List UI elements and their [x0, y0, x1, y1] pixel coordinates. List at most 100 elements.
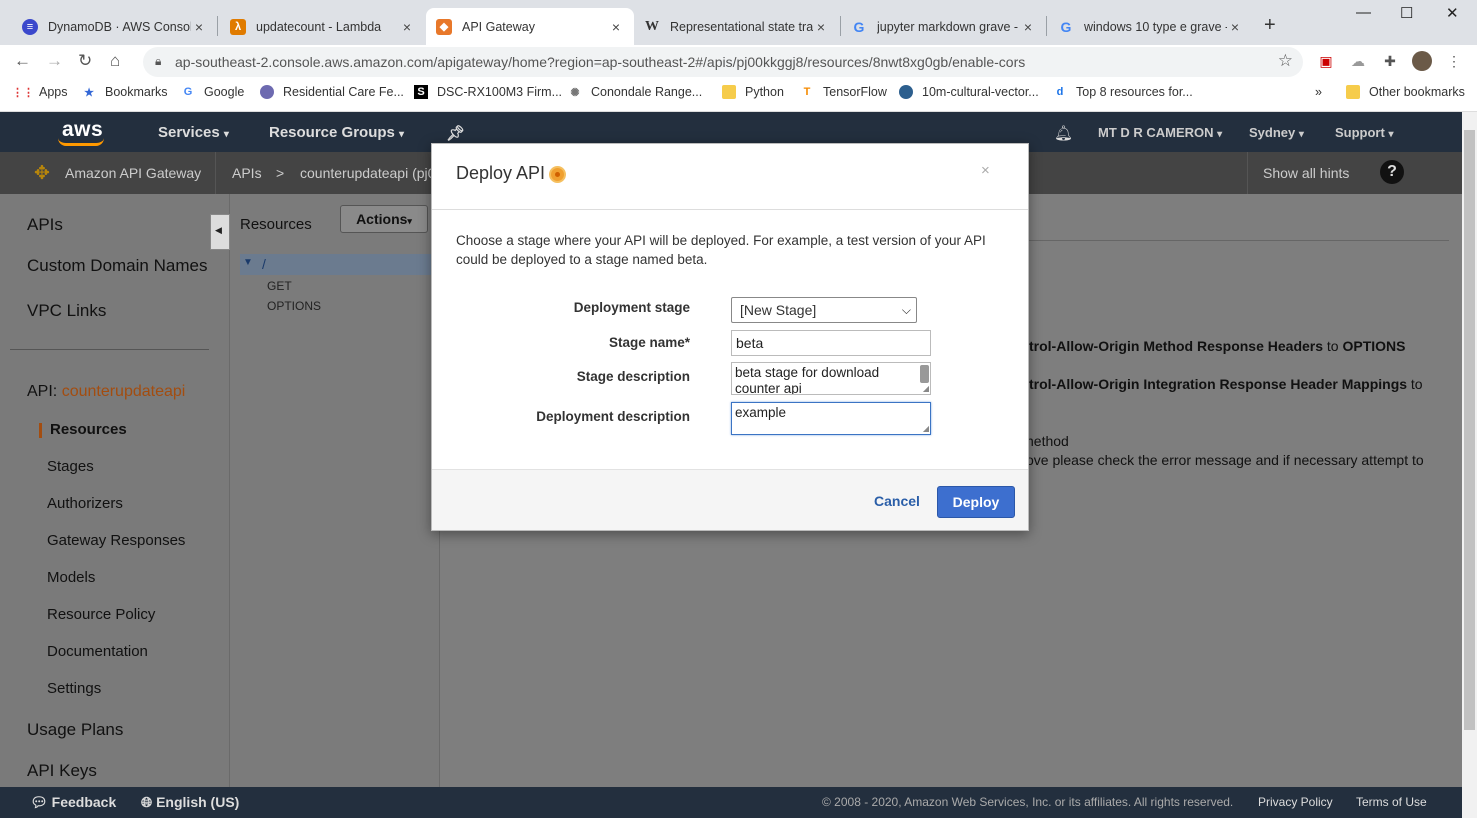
maximize-button[interactable]: ☐ — [1400, 4, 1413, 22]
profile-avatar[interactable] — [1412, 51, 1432, 71]
back-icon[interactable]: ← — [14, 51, 31, 71]
close-icon[interactable]: × — [608, 19, 624, 35]
stage-description-textarea[interactable]: beta stage for download counter api ◢ — [731, 362, 931, 395]
extensions-puzzle-icon[interactable]: ✚ — [1382, 53, 1398, 69]
method-get[interactable]: GET — [267, 279, 292, 293]
region-menu[interactable]: Sydney ▾ — [1249, 125, 1304, 140]
sidebar-item-api-keys[interactable]: API Keys — [27, 761, 97, 781]
bookmark-python[interactable]: Python — [722, 85, 784, 99]
account-menu[interactable]: MT D R CAMERON ▾ — [1098, 125, 1222, 140]
sidebar-item-resource-policy[interactable]: Resource Policy — [47, 606, 155, 623]
bell-icon[interactable]: 🔔︎ — [1054, 124, 1073, 142]
tab-dynamodb[interactable]: ≡ DynamoDB · AWS Console × — [12, 8, 217, 45]
close-icon[interactable]: × — [399, 19, 415, 35]
help-icon[interactable]: ? — [1380, 160, 1404, 184]
globe-icon: 🌐︎ — [141, 794, 153, 810]
deployment-stage-select[interactable]: [New Stage] ⌵ — [731, 297, 917, 323]
extension-cloud-icon[interactable]: ☁ — [1350, 53, 1366, 69]
bookmark-conondale[interactable]: ✺ Conondale Range... — [568, 85, 702, 99]
deployment-description-textarea[interactable]: example ◢ — [731, 402, 931, 435]
sidebar-item-documentation[interactable]: Documentation — [47, 643, 148, 660]
address-bar[interactable]: 🔒︎ ap-southeast-2.console.aws.amazon.com… — [143, 47, 1303, 77]
bookmark-top8[interactable]: d Top 8 resources for... — [1053, 85, 1193, 99]
page-scrollbar[interactable] — [1462, 112, 1477, 818]
info-icon[interactable] — [549, 166, 566, 183]
bookmark-dsc[interactable]: S DSC-RX100M3 Firm... — [414, 85, 562, 99]
sidebar-item-apis[interactable]: APIs — [27, 215, 63, 235]
browser-menu-icon[interactable]: ⋮ — [1446, 53, 1462, 69]
sidebar-item-settings[interactable]: Settings — [47, 680, 101, 697]
chevron-down-icon: ▾ — [1388, 129, 1394, 140]
feedback-link[interactable]: 💬︎ Feedback — [30, 794, 116, 811]
show-all-hints-button[interactable]: Show all hints — [1263, 165, 1349, 181]
deploy-button[interactable]: Deploy — [937, 486, 1015, 518]
services-menu[interactable]: Services ▾ — [158, 124, 229, 141]
bookmark-residential[interactable]: Residential Care Fe... — [260, 85, 404, 99]
pin-icon[interactable]: 📌︎ — [446, 124, 465, 142]
api-prefix: API: — [27, 383, 58, 400]
resize-grip-icon[interactable]: ◢ — [923, 385, 929, 393]
window-close-button[interactable]: ✕ — [1446, 4, 1459, 22]
bookmark-google[interactable]: G Google — [181, 85, 245, 99]
close-icon[interactable]: × — [1227, 19, 1243, 35]
method-options[interactable]: OPTIONS — [267, 299, 321, 313]
resource-root-row[interactable]: ▼ / — [240, 254, 440, 275]
breadcrumb-apis[interactable]: APIs — [232, 165, 262, 181]
extension-shield-icon[interactable]: ▣ — [1318, 53, 1334, 69]
new-tab-button[interactable]: + — [1264, 14, 1276, 37]
sidebar-item-usage-plans[interactable]: Usage Plans — [27, 720, 123, 740]
collapse-sidebar-toggle[interactable]: ◀ — [210, 214, 230, 250]
cors-step-2-to: to — [1410, 376, 1423, 392]
sidebar-item-stages[interactable]: Stages — [47, 458, 94, 475]
active-indicator — [39, 423, 42, 438]
bookmark-apps[interactable]: ⋮⋮ Apps — [12, 85, 68, 99]
modal-close-button[interactable]: × — [981, 162, 990, 179]
forward-icon[interactable]: → — [46, 51, 63, 71]
actions-dropdown-button[interactable]: Actions▾ — [340, 205, 428, 233]
screen: ≡ DynamoDB · AWS Console × λ updatecount… — [0, 0, 1477, 818]
bookmark-bookmarks[interactable]: ★ Bookmarks — [82, 85, 167, 99]
resource-groups-menu[interactable]: Resource Groups ▾ — [269, 124, 404, 141]
bookmarks-overflow-button[interactable]: » — [1315, 85, 1322, 99]
close-icon[interactable]: × — [813, 19, 829, 35]
tab-title: jupyter markdown grave - — [877, 19, 1019, 34]
sidebar-item-vpc-links[interactable]: VPC Links — [27, 301, 106, 321]
minimize-button[interactable]: — — [1356, 4, 1371, 21]
close-icon[interactable]: × — [1020, 19, 1036, 35]
sidebar-item-gateway-responses[interactable]: Gateway Responses — [47, 532, 185, 549]
tab-api-gateway[interactable]: ◆ API Gateway × — [426, 8, 634, 45]
sidebar-item-resources[interactable]: Resources — [50, 421, 127, 438]
aws-footer: 💬︎ Feedback 🌐︎ English (US) © 2008 - 202… — [0, 787, 1462, 818]
support-menu[interactable]: Support ▾ — [1335, 125, 1393, 140]
tab-wikipedia[interactable]: W Representational state tran × — [634, 8, 839, 45]
bookmark-star-icon[interactable]: ☆ — [1278, 51, 1293, 71]
tab-windows-search[interactable]: G windows 10 type e grave - × — [1048, 8, 1253, 45]
sidebar-item-custom-domain-names[interactable]: Custom Domain Names — [27, 256, 207, 276]
tab-lambda[interactable]: λ updatecount - Lambda × — [220, 8, 425, 45]
breadcrumb-api[interactable]: counterupdateapi (pj0 — [300, 165, 435, 181]
service-name[interactable]: Amazon API Gateway — [65, 165, 201, 181]
cancel-button[interactable]: Cancel — [874, 493, 920, 509]
stage-name-input[interactable]: beta — [731, 330, 931, 356]
close-icon[interactable]: × — [191, 19, 207, 35]
deploy-api-modal: Deploy API × Choose a stage where your A… — [431, 143, 1029, 531]
sidebar-api-title[interactable]: API: counterupdateapi — [27, 383, 185, 401]
bookmark-label: Apps — [39, 85, 68, 99]
bookmark-tensorflow[interactable]: T TensorFlow — [800, 85, 887, 99]
aws-smile-icon — [58, 138, 104, 146]
folder-icon — [1346, 85, 1360, 99]
privacy-policy-link[interactable]: Privacy Policy — [1258, 795, 1333, 809]
bookmark-other[interactable]: Other bookmarks — [1346, 85, 1465, 99]
language-selector[interactable]: 🌐︎ English (US) — [141, 794, 239, 811]
sidebar-item-models[interactable]: Models — [47, 569, 95, 586]
tab-jupyter-search[interactable]: G jupyter markdown grave - × — [841, 8, 1046, 45]
resize-grip-icon[interactable]: ◢ — [923, 425, 929, 433]
terms-of-use-link[interactable]: Terms of Use — [1356, 795, 1427, 809]
home-icon[interactable]: ⌂ — [110, 51, 120, 71]
textarea-scrollbar[interactable] — [920, 365, 929, 383]
bookmark-cultural[interactable]: 10m-cultural-vector... — [899, 85, 1039, 99]
sidebar-item-authorizers[interactable]: Authorizers — [47, 495, 123, 512]
scrollbar-thumb[interactable] — [1464, 130, 1475, 730]
api-name: counterupdateapi — [61, 383, 186, 400]
reload-icon[interactable]: ↻ — [78, 51, 92, 71]
